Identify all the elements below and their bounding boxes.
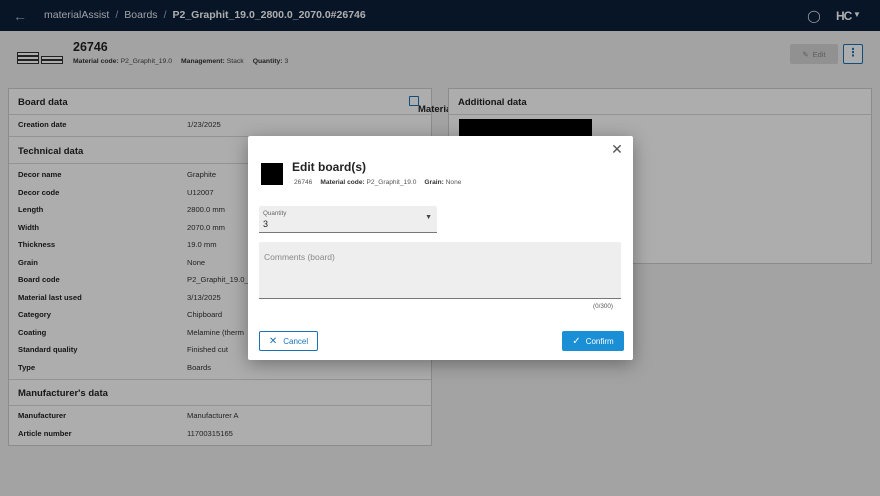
board-color-swatch xyxy=(261,163,283,185)
dialog-title: Edit board(s) xyxy=(292,160,366,174)
check-icon: ✓ xyxy=(572,335,581,347)
character-counter: (0/300) xyxy=(593,303,613,310)
close-icon: ✕ xyxy=(268,335,278,347)
close-icon[interactable]: ✕ xyxy=(610,142,624,156)
comments-field[interactable] xyxy=(259,242,621,299)
comments-input[interactable] xyxy=(259,242,621,298)
dialog-meta: 26746 Material code: P2_Graphit_19.0 Gra… xyxy=(294,179,461,186)
dialog-material-code: Material code: P2_Graphit_19.0 xyxy=(320,179,417,186)
quantity-value: 3 xyxy=(263,219,269,229)
dialog-grain: Grain: None xyxy=(424,179,462,186)
confirm-button-label: Confirm xyxy=(585,336,614,346)
edit-board-dialog: ✕ Edit board(s) 26746 Material code: P2_… xyxy=(248,136,633,360)
cancel-button[interactable]: ✕ Cancel xyxy=(259,331,318,351)
confirm-button[interactable]: ✓ Confirm xyxy=(562,331,624,351)
cancel-button-label: Cancel xyxy=(283,336,309,346)
quantity-label: Quantity xyxy=(263,210,287,217)
dropdown-caret-icon: ▼ xyxy=(425,214,432,221)
dialog-board-id: 26746 xyxy=(294,179,313,186)
quantity-select[interactable]: Quantity 3 ▼ xyxy=(259,206,437,233)
